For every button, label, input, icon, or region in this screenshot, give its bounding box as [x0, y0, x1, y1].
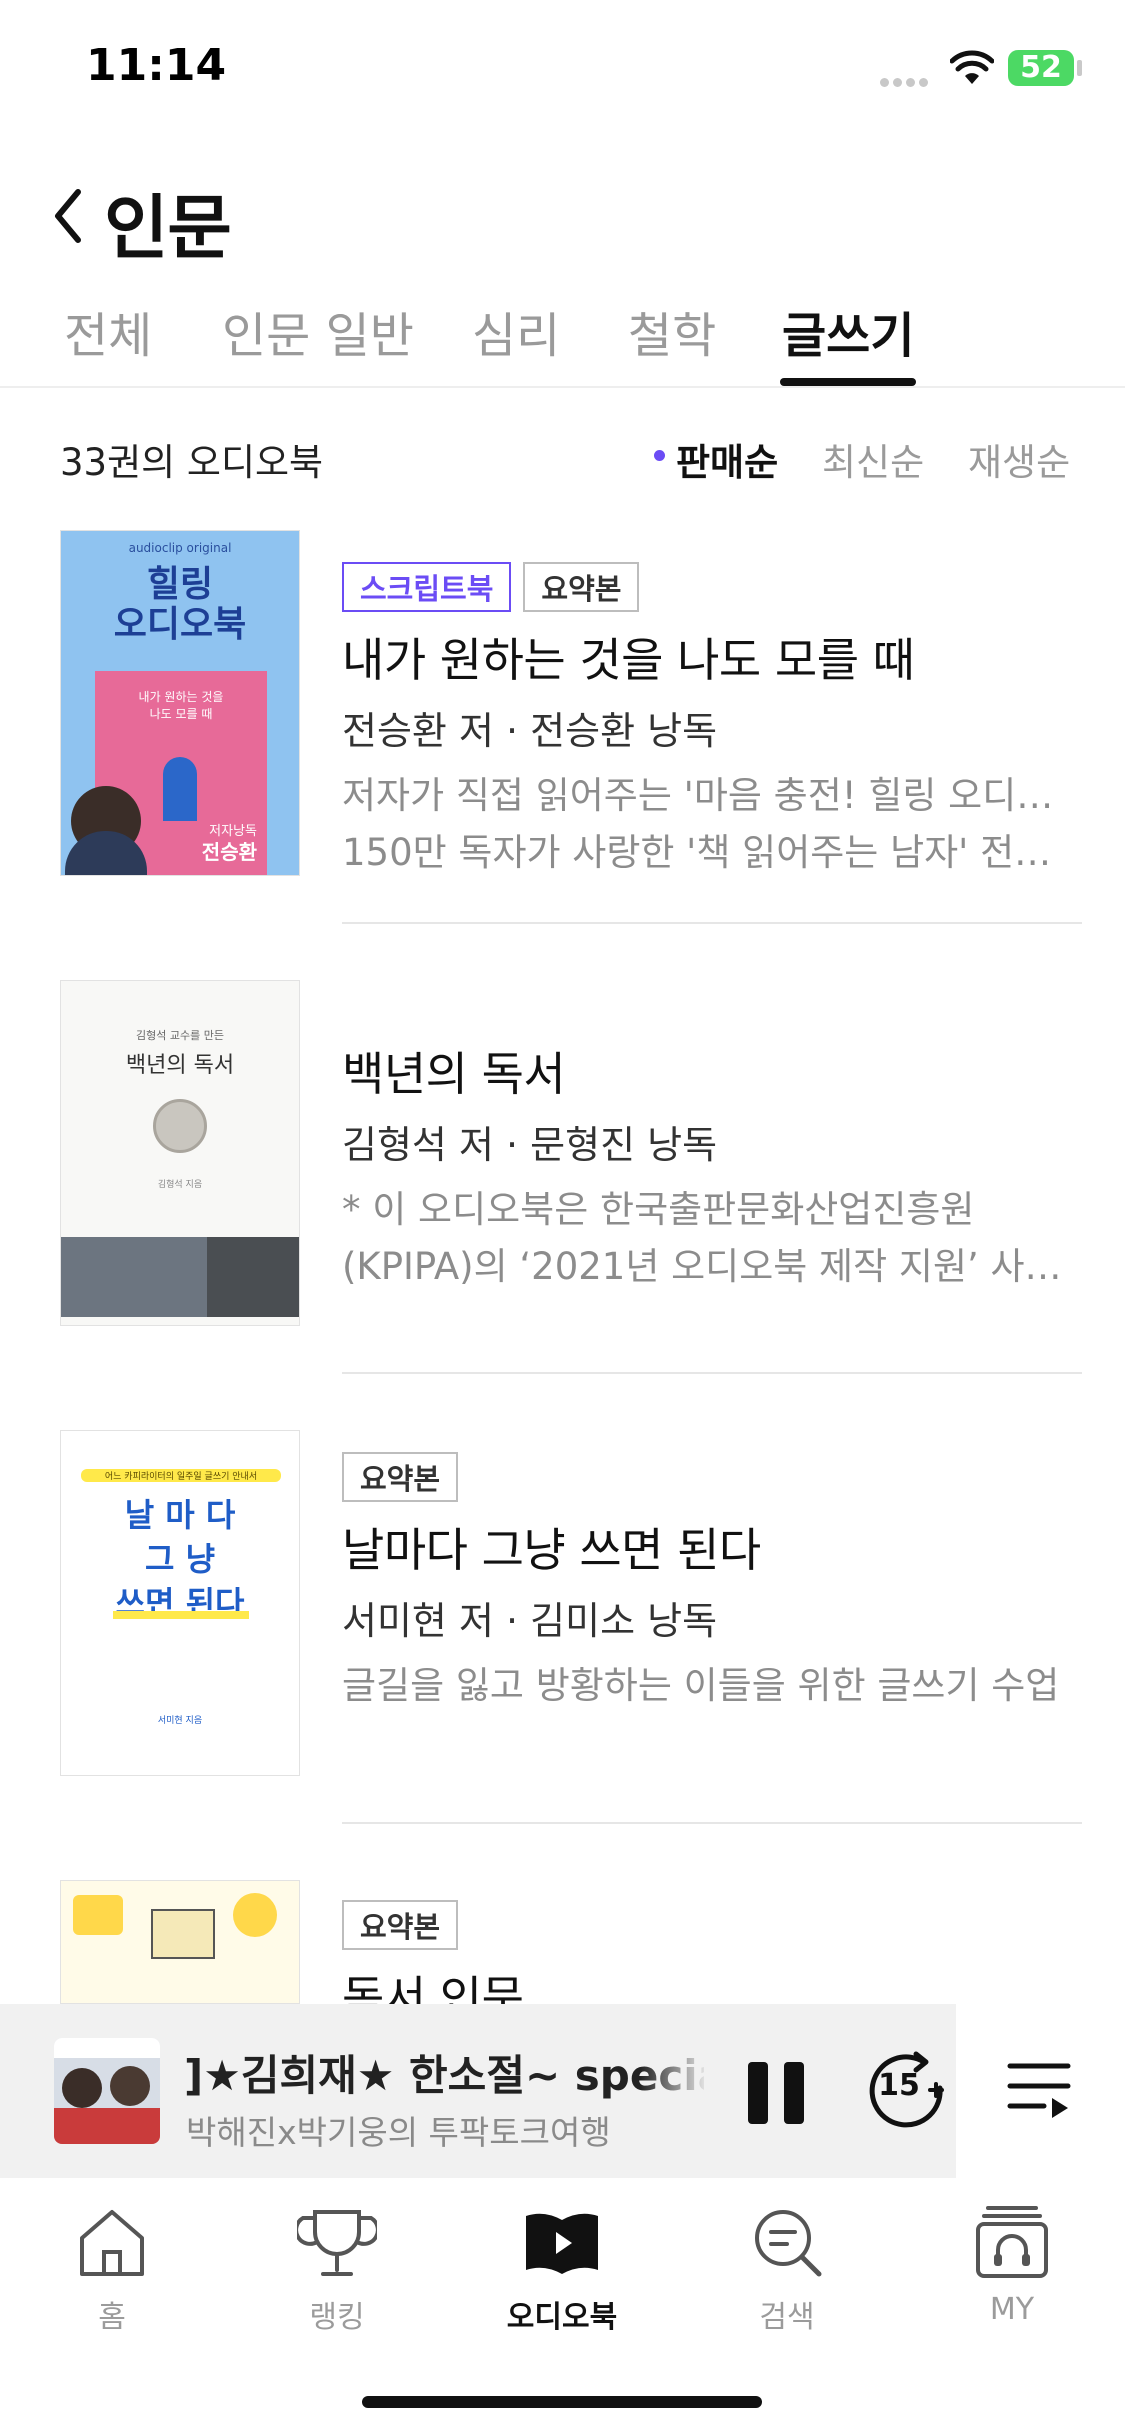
- now-playing-subtitle: 박해진x박기웅의 투팍토크여행: [186, 2113, 611, 2152]
- skip-forward-15-button[interactable]: 15: [866, 2048, 946, 2128]
- nav-label: 랭킹: [309, 2300, 365, 2335]
- summary-badge: 요약본: [342, 1900, 459, 1950]
- status-bar: 11:14 52: [0, 0, 1125, 130]
- book-info: 스크립트북 요약본 내가 원하는 것을 나도 모를 때 전승환 저 · 전승환 낭…: [342, 562, 1082, 881]
- mini-player[interactable]: ]★김희재★ 한소절~ special 박해진x박기웅의 투팍토크여행 15: [0, 2004, 1125, 2178]
- sort-newest[interactable]: 최신순: [822, 432, 924, 486]
- book-info: 백년의 독서 김형석 저 · 문형진 낭독 * 이 오디오북은 한국출판문화산업…: [342, 1030, 1082, 1295]
- nav-ranking[interactable]: 랭킹: [252, 2202, 422, 2336]
- tab-philosophy[interactable]: 철학: [628, 296, 716, 366]
- book-count: 33권의 오디오북: [60, 441, 324, 484]
- battery-icon: 52: [1008, 50, 1074, 86]
- playlist-icon[interactable]: [1006, 2060, 1072, 2124]
- nav-search[interactable]: 검색: [702, 2202, 872, 2336]
- pause-icon[interactable]: [746, 2060, 806, 2126]
- my-library-icon: [976, 2206, 1048, 2278]
- nav-my[interactable]: MY: [927, 2202, 1097, 2327]
- summary-badge: 요약본: [523, 562, 640, 612]
- signal-dots-icon: [880, 72, 934, 87]
- sort-sales[interactable]: 판매순: [676, 432, 778, 486]
- search-icon: [755, 2210, 822, 2277]
- book-cover[interactable]: audioclip original 힐링 오디오북 내가 원하는 것을 나도 모를…: [60, 530, 300, 876]
- tree-ring-icon: [153, 1099, 207, 1153]
- tab-general[interactable]: 인문 일반: [222, 296, 414, 366]
- cover-title: 힐링 오디오북: [113, 564, 247, 645]
- battery-cap: [1077, 60, 1082, 76]
- tab-writing[interactable]: 글쓰기: [782, 296, 914, 366]
- book-cover[interactable]: 어느 카피라이터의 일주일 글쓰기 안내서 날 마 다그 냥 쓰면 된다 서미현 …: [60, 1430, 300, 1776]
- now-playing-artwork[interactable]: [54, 2038, 160, 2144]
- nav-label: 검색: [759, 2300, 815, 2335]
- tab-psychology[interactable]: 심리: [472, 296, 560, 366]
- book-title: 날마다 그냥 쓰면 된다: [342, 1523, 761, 1577]
- book-author: 김형석 저 · 문형진 낭독: [342, 1123, 718, 1167]
- book-cover[interactable]: 김형석 교수를 만든 백년의 독서 김형석 지음: [60, 980, 300, 1326]
- wifi-icon: [950, 50, 994, 84]
- book-author: 전승환 저 · 전승환 낭독: [342, 709, 718, 753]
- trophy-icon: [297, 2210, 377, 2276]
- nav-label: 홈: [98, 2300, 126, 2335]
- summary-badge: 요약본: [342, 1452, 459, 1502]
- now-playing-title: ]★김희재★ 한소절~ special: [184, 2051, 704, 2100]
- skip-seconds-label: 15: [878, 2068, 920, 2103]
- book-description: 저자가 직접 읽어주는 '마음 충전! 힐링 오디오북' 150만 독자가 사랑한…: [342, 774, 1082, 874]
- book-author: 서미현 저 · 김미소 낭독: [342, 1599, 718, 1643]
- home-icon: [80, 2210, 144, 2276]
- book-title: 내가 원하는 것을 나도 모를 때: [342, 633, 915, 687]
- nav-audiobook[interactable]: 오디오북: [477, 2202, 647, 2336]
- active-tab-indicator: [780, 378, 916, 386]
- category-tabs: 전체 인문 일반 심리 철학 글쓰기: [0, 290, 1125, 388]
- sort-selected-dot: [654, 450, 665, 461]
- book-info: 요약본 날마다 그냥 쓰면 된다 서미현 저 · 김미소 낭독 글길을 잃고 방…: [342, 1452, 1082, 1714]
- book-title: 백년의 독서: [342, 1047, 566, 1101]
- book-description: * 이 오디오북은 한국출판문화산업진흥원 (KPIPA)의 ‘2021년 오디오…: [342, 1188, 1082, 1288]
- book-cover[interactable]: [60, 1880, 300, 2004]
- sort-plays[interactable]: 재생순: [968, 432, 1070, 486]
- back-chevron-icon[interactable]: [50, 188, 86, 244]
- nav-home[interactable]: 홈: [27, 2202, 197, 2336]
- audiobook-icon: [526, 2213, 598, 2274]
- divider: [342, 1822, 1082, 1824]
- script-book-badge: 스크립트북: [342, 562, 512, 612]
- divider: [342, 922, 1082, 924]
- book-description: 글길을 잃고 방황하는 이들을 위한 글쓰기 수업: [342, 1664, 1060, 1707]
- home-indicator[interactable]: [362, 2396, 762, 2408]
- cover-brand: audioclip original: [128, 541, 232, 555]
- tab-all[interactable]: 전체: [64, 296, 152, 366]
- status-time: 11:14: [86, 40, 227, 91]
- page-title: 인문: [104, 187, 232, 269]
- nav-label: MY: [989, 2292, 1035, 2327]
- nav-label: 오디오북: [506, 2300, 618, 2335]
- divider: [342, 1372, 1082, 1374]
